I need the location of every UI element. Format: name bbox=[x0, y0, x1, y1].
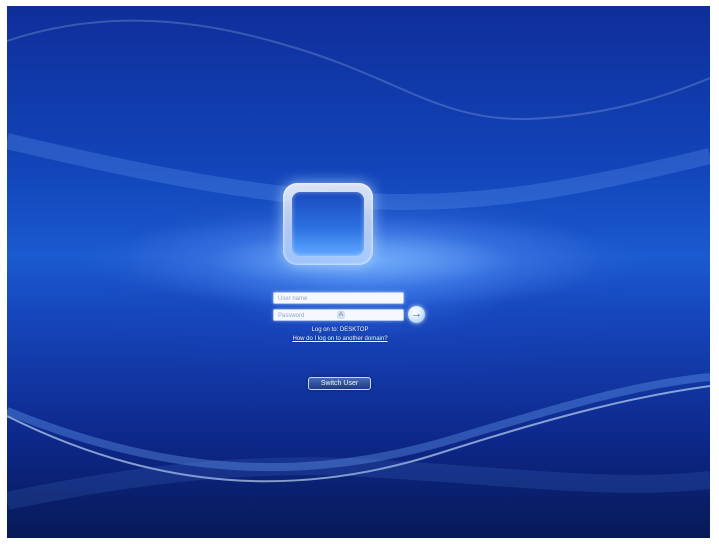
password-placeholder-text: Password bbox=[278, 313, 305, 319]
logon-domain-text: Log on to: DESKTOP bbox=[311, 327, 369, 333]
submit-arrow-button[interactable]: → bbox=[408, 306, 425, 323]
user-avatar-image bbox=[292, 192, 364, 256]
windows-login-screen: User name Password A → Log on to: DESKTO… bbox=[7, 6, 710, 538]
switch-user-button[interactable]: Switch User bbox=[308, 377, 371, 390]
username-input[interactable]: User name bbox=[273, 292, 404, 304]
password-input[interactable]: Password A bbox=[273, 309, 404, 321]
caps-lock-icon: A bbox=[337, 311, 345, 319]
other-domain-link[interactable]: How do I log on to another domain? bbox=[273, 335, 407, 343]
arrow-right-icon: → bbox=[411, 308, 422, 320]
user-avatar-frame bbox=[283, 183, 373, 265]
